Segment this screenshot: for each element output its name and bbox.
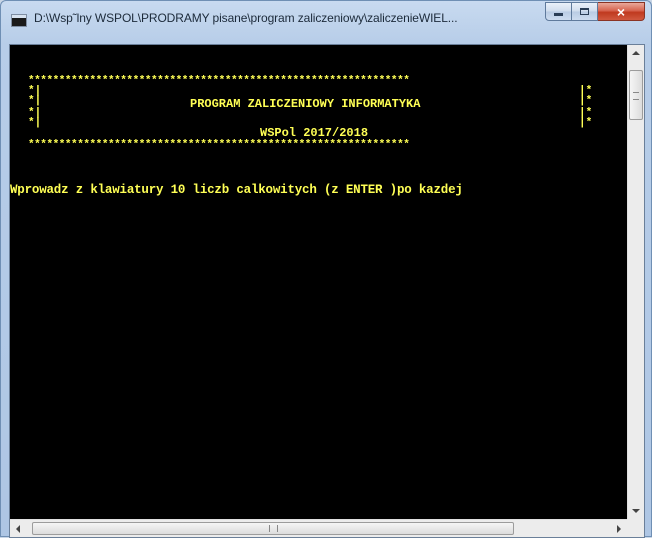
- maximize-button[interactable]: [572, 2, 598, 21]
- header-border-top: ****************************************…: [28, 75, 410, 87]
- console-icon[interactable]: [11, 14, 27, 27]
- header-box-left: *|: [28, 95, 42, 107]
- close-button[interactable]: ×: [598, 2, 645, 21]
- close-icon: ×: [616, 3, 626, 20]
- window-title: D:\Wsp˜lny WSPOL\PRODRAMY pisane\program…: [34, 11, 458, 25]
- horizontal-scroll-thumb[interactable]: [32, 522, 514, 535]
- grip-icon: [269, 525, 278, 532]
- scroll-left-icon[interactable]: [16, 525, 20, 533]
- console-window: D:\Wsp˜lny WSPOL\PRODRAMY pisane\program…: [0, 0, 652, 538]
- scroll-right-icon[interactable]: [617, 525, 621, 533]
- console-output[interactable]: ****************************************…: [10, 45, 627, 519]
- header-box-right: |*: [579, 117, 593, 129]
- header-box-left: *|: [28, 117, 42, 129]
- maximize-icon: [580, 8, 589, 15]
- scroll-up-icon[interactable]: [632, 51, 640, 55]
- input-prompt: Wprowadz z klawiatury 10 liczb calkowity…: [10, 183, 463, 197]
- console-frame: ****************************************…: [9, 44, 645, 538]
- header-border-bottom: ****************************************…: [28, 139, 410, 151]
- header-box-right: |*: [579, 95, 593, 107]
- scrollbar-corner: [627, 519, 644, 537]
- grip-icon: [633, 92, 639, 100]
- horizontal-scrollbar[interactable]: [10, 519, 627, 537]
- caption-buttons: ×: [545, 2, 645, 21]
- vertical-scrollbar[interactable]: [627, 45, 644, 519]
- scroll-down-icon[interactable]: [632, 509, 640, 513]
- vertical-scroll-thumb[interactable]: [629, 70, 643, 120]
- header-subtitle: WSPol 2017/2018: [260, 126, 369, 140]
- minimize-icon: [554, 13, 563, 16]
- title-bar[interactable]: D:\Wsp˜lny WSPOL\PRODRAMY pisane\program…: [1, 1, 651, 37]
- minimize-button[interactable]: [545, 2, 572, 21]
- header-title: PROGRAM ZALICZENIOWY INFORMATYKA: [190, 97, 421, 111]
